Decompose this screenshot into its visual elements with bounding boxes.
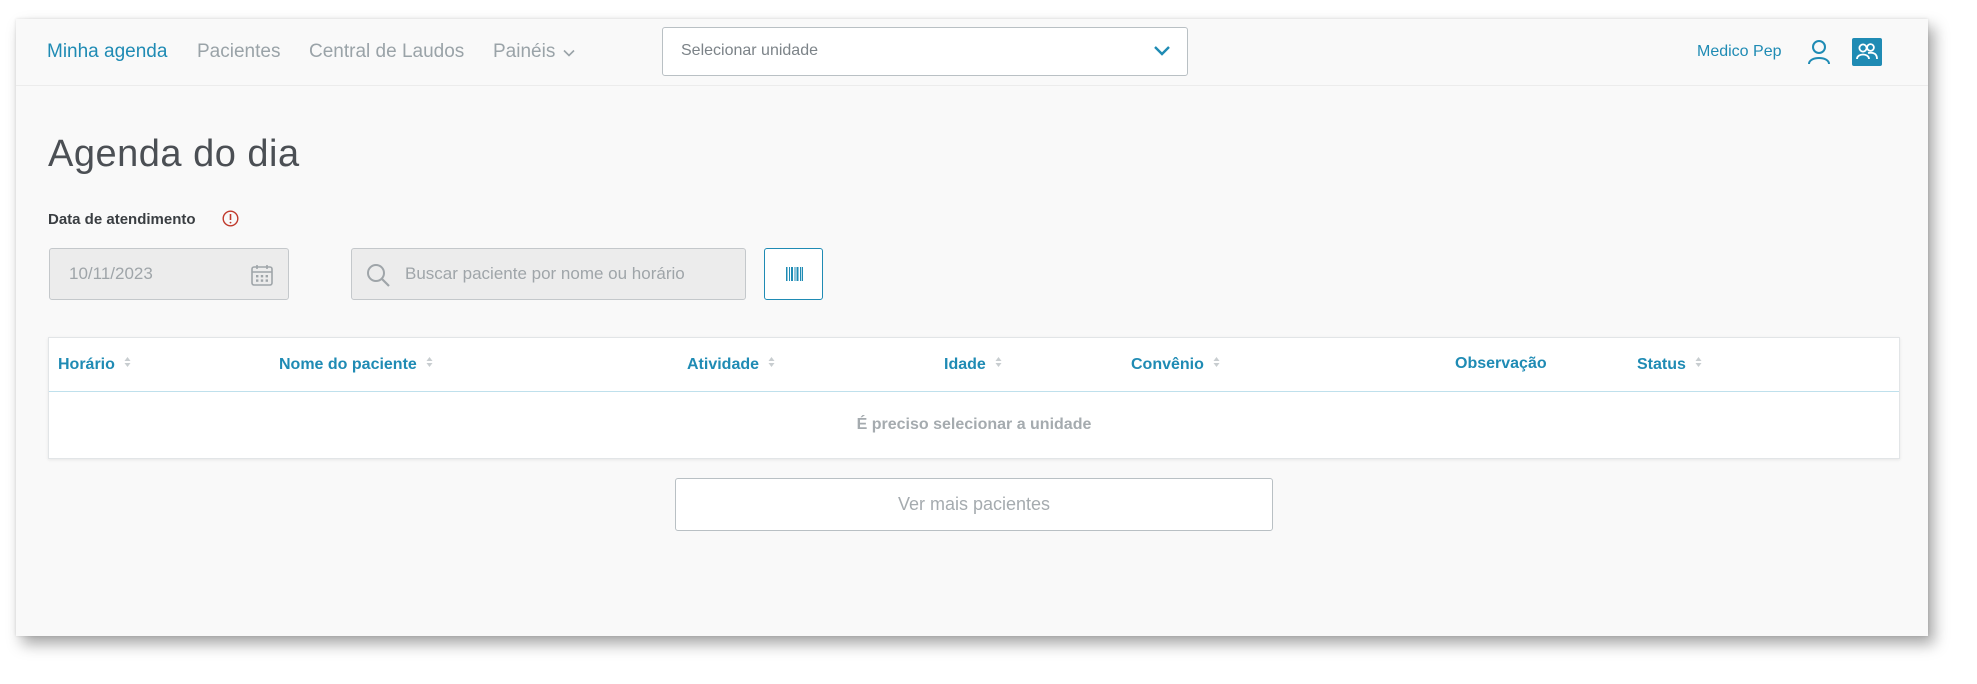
column-nome-do-paciente[interactable]: Nome do paciente: [279, 355, 433, 374]
unit-select[interactable]: Selecionar unidade: [662, 27, 1188, 76]
sort-icon: [124, 355, 131, 373]
sort-icon: [1695, 355, 1702, 373]
column-observacao: Observação: [1455, 355, 1547, 373]
user-name[interactable]: Medico Pep: [1697, 43, 1782, 61]
date-label: Data de atendimento: [48, 211, 196, 228]
column-convenio[interactable]: Convênio: [1131, 355, 1220, 374]
search-icon: [365, 262, 391, 293]
nav-central-de-laudos[interactable]: Central de Laudos: [309, 41, 464, 63]
top-navbar: Minha agenda Pacientes Central de Laudos…: [16, 19, 1928, 86]
column-idade[interactable]: Idade: [944, 355, 1002, 374]
column-label: Nome do paciente: [279, 356, 417, 373]
column-label: Horário: [58, 356, 115, 373]
column-label: Observação: [1455, 355, 1547, 372]
sort-icon: [426, 355, 433, 373]
patient-search-input[interactable]: Buscar paciente por nome ou horário: [351, 248, 746, 300]
barcode-scan-button[interactable]: [764, 248, 823, 300]
calendar-icon[interactable]: [250, 263, 274, 292]
column-label: Idade: [944, 356, 986, 373]
user-icon[interactable]: [1807, 39, 1831, 70]
column-label: Convênio: [1131, 356, 1204, 373]
nav-paineis-label: Painéis: [493, 41, 556, 63]
search-placeholder: Buscar paciente por nome ou horário: [405, 264, 685, 283]
alert-icon: [222, 210, 239, 232]
app-window: Minha agenda Pacientes Central de Laudos…: [16, 19, 1928, 636]
barcode-icon: [786, 267, 803, 281]
column-label: Status: [1637, 356, 1686, 373]
chevron-down-icon: [1153, 44, 1171, 62]
chevron-down-icon: [563, 41, 575, 63]
sort-icon: [768, 355, 775, 373]
users-icon: [1856, 43, 1878, 60]
column-status[interactable]: Status: [1637, 355, 1702, 374]
nav-pacientes[interactable]: Pacientes: [197, 41, 280, 63]
sort-icon: [995, 355, 1002, 373]
table-empty-message: É preciso selecionar a unidade: [856, 416, 1092, 433]
table-header: Horário Nome do paciente Atividade Idade…: [49, 338, 1899, 392]
unit-select-placeholder: Selecionar unidade: [681, 42, 818, 59]
sort-icon: [1213, 355, 1220, 373]
page-title: Agenda do dia: [48, 133, 300, 175]
column-horario[interactable]: Horário: [58, 355, 131, 374]
appointments-table: Horário Nome do paciente Atividade Idade…: [48, 337, 1900, 459]
date-field[interactable]: 10/11/2023: [49, 248, 289, 300]
switch-profile-button[interactable]: [1852, 38, 1882, 66]
nav-minha-agenda[interactable]: Minha agenda: [47, 41, 167, 63]
load-more-button[interactable]: Ver mais pacientes: [675, 478, 1273, 531]
nav-paineis[interactable]: Painéis: [493, 41, 575, 63]
column-label: Atividade: [687, 356, 760, 373]
date-value: 10/11/2023: [69, 264, 153, 283]
column-atividade[interactable]: Atividade: [687, 355, 775, 374]
